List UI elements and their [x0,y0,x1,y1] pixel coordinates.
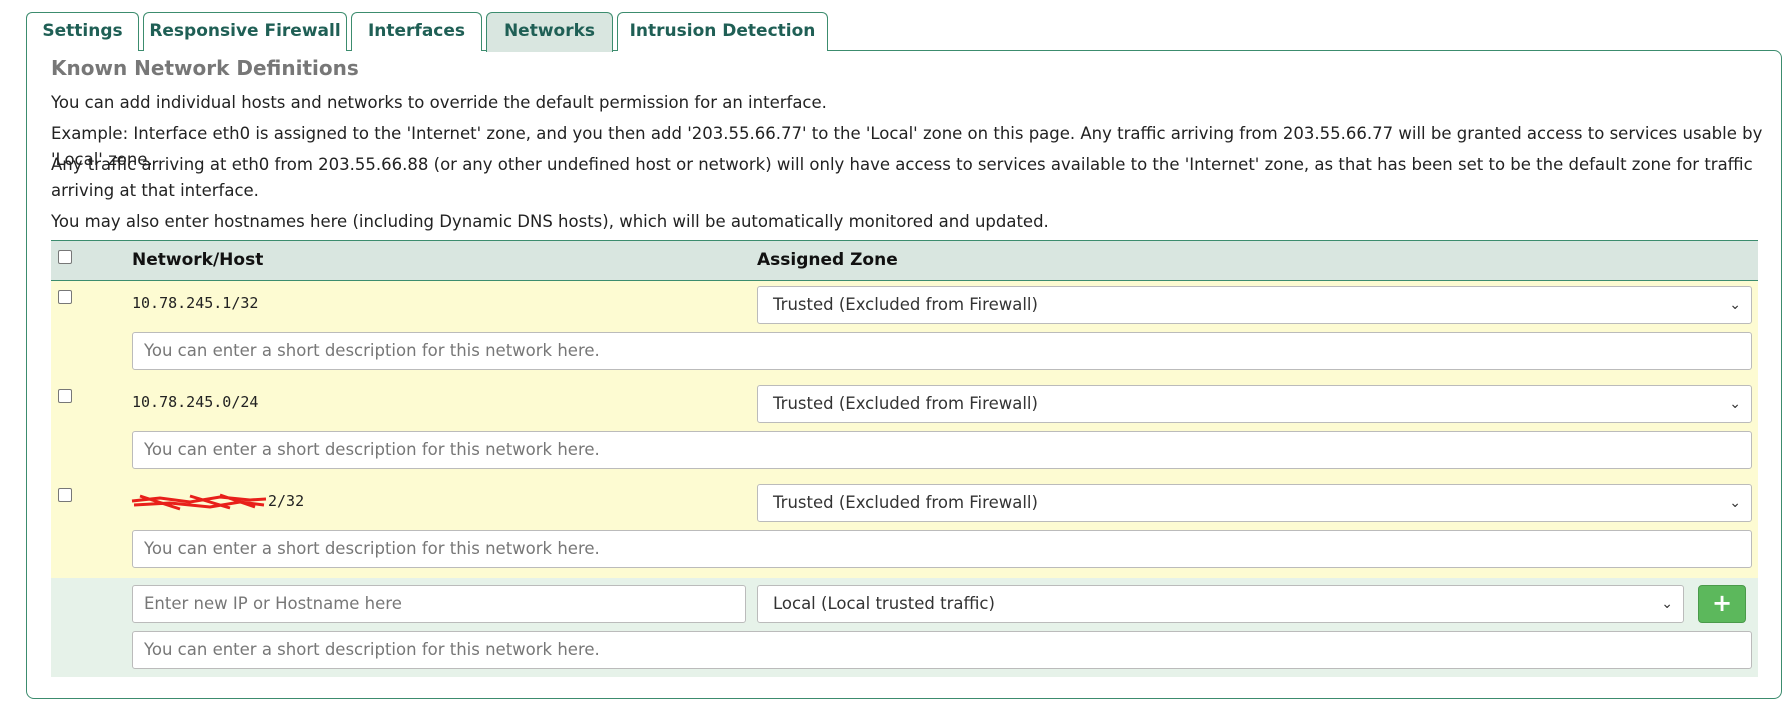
description-field[interactable]: You can enter a short description for th… [132,431,1752,469]
table-row: 2/32 Trusted (Excluded from Firewall) ⌄ … [51,479,1758,579]
zone-select-value: Trusted (Excluded from Firewall) [773,295,1038,314]
new-zone-select-value: Local (Local trusted traffic) [773,594,995,613]
redaction-scribble [131,493,267,511]
table-header: Network/Host Assigned Zone [51,240,1758,282]
new-network-row: Enter new IP or Hostname here Local (Loc… [51,578,1758,677]
tab-interfaces[interactable]: Interfaces [351,12,482,51]
row-checkbox[interactable] [58,389,72,403]
zone-column-header: Assigned Zone [757,250,898,270]
description-field[interactable]: You can enter a short description for th… [132,530,1752,568]
zone-select[interactable]: Trusted (Excluded from Firewall) ⌄ [757,286,1752,324]
tab-bar: Settings Responsive Firewall Interfaces … [26,12,832,52]
add-network-button[interactable]: + [1698,585,1746,623]
description-field[interactable]: You can enter a short description for th… [132,332,1752,370]
hostnames-text: You may also enter hostnames here (inclu… [51,212,1049,231]
new-network-input[interactable]: Enter new IP or Hostname here [132,585,746,623]
network-value: 10.78.245.1/32 [132,294,259,312]
table-row: 10.78.245.1/32 Trusted (Excluded from Fi… [51,281,1758,381]
chevron-down-icon: ⌄ [1729,495,1741,511]
network-value: 10.78.245.0/24 [132,393,259,411]
row-checkbox[interactable] [58,290,72,304]
network-column-header: Network/Host [132,250,264,270]
new-zone-select[interactable]: Local (Local trusted traffic) ⌄ [757,585,1684,623]
intro-text: You can add individual hosts and network… [51,93,827,112]
chevron-down-icon: ⌄ [1729,396,1741,412]
default-zone-text: Any traffic arriving at eth0 from 203.55… [51,155,1753,200]
chevron-down-icon: ⌄ [1729,297,1741,313]
zone-select[interactable]: Trusted (Excluded from Firewall) ⌄ [757,484,1752,522]
tab-responsive-firewall[interactable]: Responsive Firewall [143,12,347,51]
new-description-field[interactable]: You can enter a short description for th… [132,631,1752,669]
table-row: 10.78.245.0/24 Trusted (Excluded from Fi… [51,380,1758,480]
chevron-down-icon: ⌄ [1661,596,1673,612]
zone-select-value: Trusted (Excluded from Firewall) [773,394,1038,413]
tab-networks[interactable]: Networks [486,12,613,52]
select-all-checkbox[interactable] [58,250,72,264]
plus-icon: + [1711,589,1733,617]
row-checkbox[interactable] [58,488,72,502]
tab-intrusion-detection[interactable]: Intrusion Detection [617,12,828,51]
tab-settings[interactable]: Settings [26,12,139,51]
section-title: Known Network Definitions [51,56,359,80]
network-value: 2/32 [268,492,305,510]
zone-select-value: Trusted (Excluded from Firewall) [773,493,1038,512]
zone-select[interactable]: Trusted (Excluded from Firewall) ⌄ [757,385,1752,423]
